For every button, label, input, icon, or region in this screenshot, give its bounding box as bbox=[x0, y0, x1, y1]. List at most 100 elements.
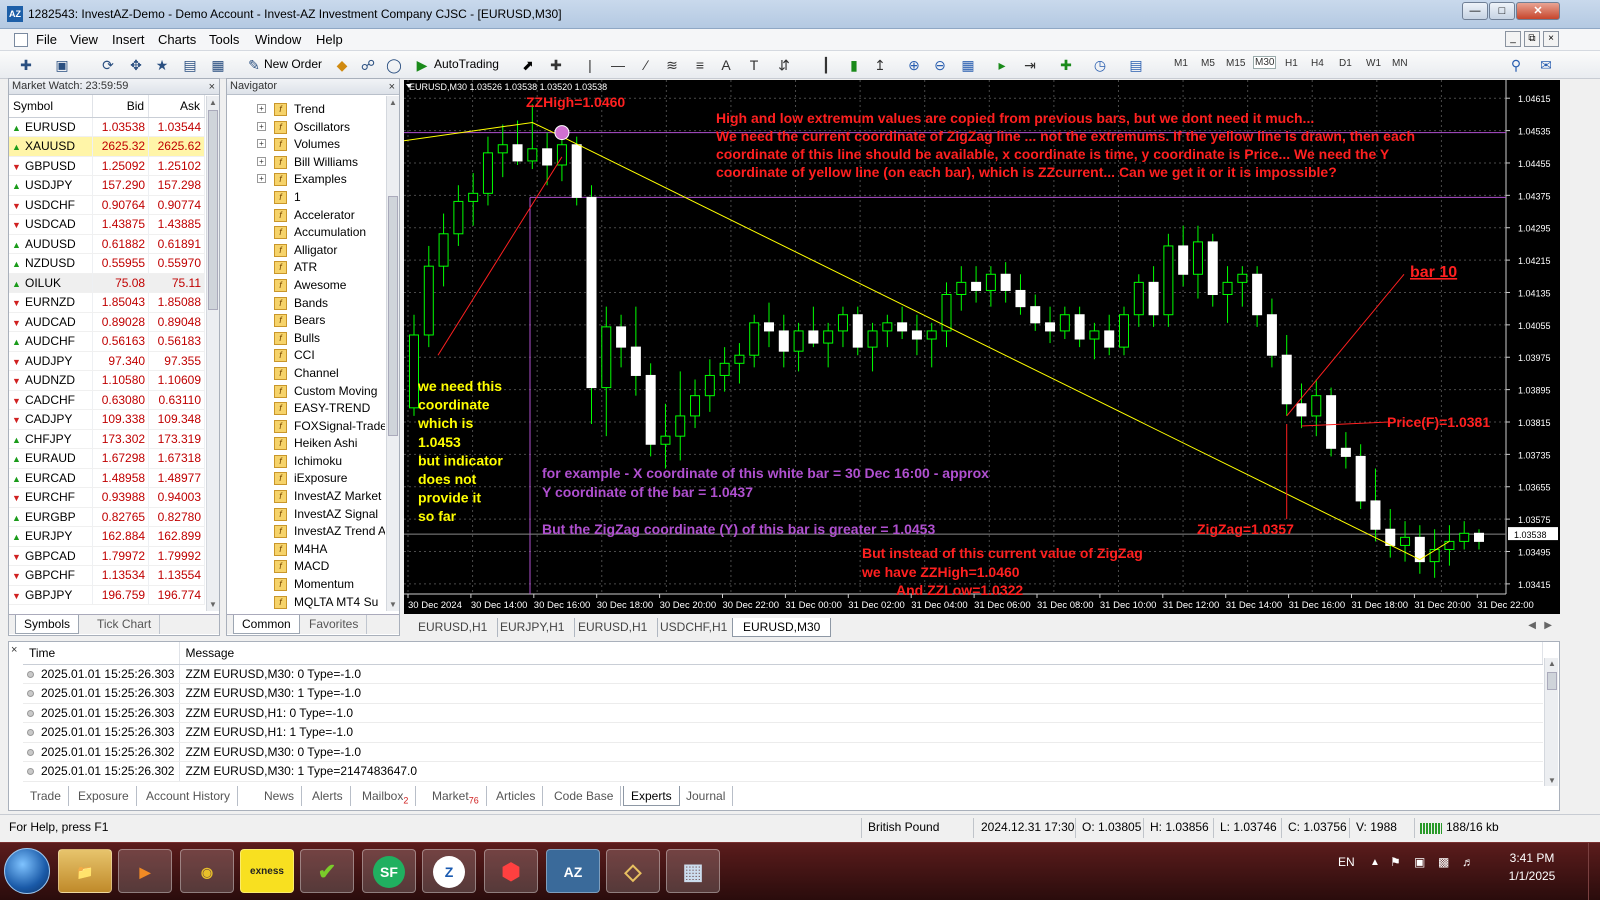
tf-m15[interactable]: M15 bbox=[1226, 58, 1245, 69]
tray-network-icon[interactable]: ▩ bbox=[1438, 855, 1449, 869]
navigator-icon[interactable]: ★ bbox=[152, 55, 172, 75]
taskbar-calculator-icon[interactable]: ▦ bbox=[666, 849, 720, 893]
terminal-tab[interactable]: News bbox=[257, 786, 303, 806]
maximize-button[interactable]: □ bbox=[1489, 2, 1515, 20]
indicators-icon[interactable]: ✚ bbox=[1056, 55, 1076, 75]
navigator-item[interactable]: f Momentum bbox=[227, 576, 385, 594]
tab-tick-chart[interactable]: Tick Chart bbox=[89, 615, 161, 634]
tab-favorites[interactable]: Favorites bbox=[301, 615, 368, 634]
market-watch-row[interactable]: ▲ EURGBP 0.82765 0.82780 bbox=[9, 507, 205, 527]
taskbar-app-green-icon[interactable]: ✔ bbox=[300, 849, 354, 893]
chart-tab-eurjpy-h1[interactable]: EURJPY,H1 bbox=[490, 618, 576, 637]
search-icon[interactable]: ⚲ bbox=[1506, 55, 1526, 75]
chat-icon[interactable]: ✉ bbox=[1536, 55, 1556, 75]
close-button[interactable]: ✕ bbox=[1516, 2, 1560, 20]
chart-tab-usdchf-h1[interactable]: USDCHF,H1 bbox=[650, 618, 739, 637]
market-watch-icon[interactable]: ⟳ bbox=[98, 55, 118, 75]
navigator-close-icon[interactable]: × bbox=[389, 80, 395, 95]
market-watch-row[interactable]: ▲ OILUK 75.08 75.11 bbox=[9, 273, 205, 293]
tf-mn[interactable]: MN bbox=[1392, 58, 1408, 69]
tile-windows-icon[interactable]: ▦ bbox=[958, 55, 978, 75]
market-watch-row[interactable]: ▲ NZDUSD 0.55955 0.55970 bbox=[9, 253, 205, 274]
terminal-close-icon[interactable]: × bbox=[11, 644, 17, 656]
expand-icon[interactable]: + bbox=[257, 139, 266, 149]
taskbar-z-icon[interactable]: Z bbox=[422, 849, 476, 893]
tray-device-icon[interactable]: ▣ bbox=[1414, 855, 1425, 869]
tab-common[interactable]: Common bbox=[233, 615, 300, 634]
market-watch-row[interactable]: ▼ GBPCHF 1.13534 1.13554 bbox=[9, 565, 205, 586]
navigator-item[interactable]: f Bears bbox=[227, 312, 385, 330]
taskbar-explorer-icon[interactable]: 📁 bbox=[58, 849, 112, 893]
col-bid[interactable]: Bid bbox=[92, 95, 150, 118]
profiles-icon[interactable]: ▣ bbox=[52, 55, 72, 75]
col-ask[interactable]: Ask bbox=[148, 95, 205, 118]
navigator-item[interactable]: f Heiken Ashi bbox=[227, 435, 385, 453]
market-watch-scrollbar[interactable]: ▲ ▼ bbox=[206, 96, 219, 611]
navigator-item[interactable]: f Accelerator bbox=[227, 207, 385, 225]
col-symbol[interactable]: Symbol bbox=[9, 95, 94, 118]
journal-row[interactable]: 2025.01.01 15:25:26.303 ZZM EURUSD,H1: 1 … bbox=[23, 722, 1543, 743]
new-order-button[interactable]: New Order bbox=[264, 57, 322, 71]
navigator-item[interactable]: f MACD bbox=[227, 558, 385, 576]
tf-m1[interactable]: M1 bbox=[1174, 58, 1188, 69]
tray-date[interactable]: 1/1/2025 bbox=[1500, 869, 1564, 883]
document-icon[interactable] bbox=[14, 33, 28, 47]
navigator-item[interactable]: f Channel bbox=[227, 365, 385, 383]
tf-w1[interactable]: W1 bbox=[1366, 58, 1381, 69]
new-order-icon[interactable]: ✎ bbox=[244, 55, 264, 75]
market-watch-row[interactable]: ▲ CHFJPY 173.302 173.319 bbox=[9, 429, 205, 449]
market-icon[interactable]: ◯ bbox=[384, 55, 404, 75]
navigator-item[interactable]: f Alligator bbox=[227, 242, 385, 260]
taskbar-app-red-icon[interactable]: ⬢ bbox=[484, 849, 538, 893]
tf-m5[interactable]: M5 bbox=[1201, 58, 1215, 69]
expand-icon[interactable]: + bbox=[257, 104, 266, 113]
navigator-item[interactable]: f InvestAZ Market bbox=[227, 488, 385, 506]
strategy-tester-icon[interactable]: ▦ bbox=[208, 55, 228, 75]
menu-tools[interactable]: Tools bbox=[209, 32, 239, 47]
terminal-tab[interactable]: Journal bbox=[679, 786, 734, 806]
col-time[interactable]: Time bbox=[23, 642, 180, 665]
market-watch-row[interactable]: ▲ AUDUSD 0.61882 0.61891 bbox=[9, 234, 205, 254]
taskbar-az-icon[interactable]: AZ bbox=[546, 849, 600, 893]
terminal-tab[interactable]: Code Base bbox=[547, 786, 622, 806]
trendline-icon[interactable]: ∕ bbox=[636, 55, 656, 75]
minimize-button[interactable]: — bbox=[1462, 2, 1488, 20]
navigator-item[interactable]: f InvestAZ Signal bbox=[227, 506, 385, 524]
menu-charts[interactable]: Charts bbox=[158, 32, 196, 47]
tf-m30[interactable]: M30 bbox=[1253, 56, 1277, 69]
navigator-item[interactable]: f1 bbox=[227, 189, 385, 207]
mdi-close-button[interactable]: × bbox=[1543, 31, 1559, 47]
candlestick-icon[interactable]: ▮ bbox=[844, 55, 864, 75]
vertical-line-icon[interactable]: | bbox=[580, 55, 600, 75]
terminal-tab[interactable]: Mailbox2 bbox=[355, 786, 417, 806]
taskbar-sf-icon[interactable]: SF bbox=[362, 849, 416, 893]
line-chart-icon[interactable]: ↥ bbox=[870, 55, 890, 75]
market-watch-row[interactable]: ▼ EURCHF 0.93988 0.94003 bbox=[9, 487, 205, 508]
market-watch-row[interactable]: ▼ GBPCAD 1.79972 1.79992 bbox=[9, 546, 205, 566]
arrows-icon[interactable]: ⇵ bbox=[774, 55, 794, 75]
market-watch-row[interactable]: ▼ USDCHF 0.90764 0.90774 bbox=[9, 195, 205, 215]
chart-tab-eurusd-m30[interactable]: EURUSD,M30 bbox=[732, 618, 832, 637]
market-watch-row[interactable]: ▼ AUDJPY 97.340 97.355 bbox=[9, 351, 205, 371]
market-watch-row[interactable]: ▼ AUDCAD 0.89028 0.89048 bbox=[9, 312, 205, 332]
terminal-tab[interactable]: Exposure bbox=[71, 786, 137, 806]
channel-icon[interactable]: ≋ bbox=[662, 55, 682, 75]
tf-d1[interactable]: D1 bbox=[1339, 58, 1352, 69]
autoscroll-icon[interactable]: ▸ bbox=[992, 55, 1012, 75]
market-watch-row[interactable]: ▲ AUDCHF 0.56163 0.56183 bbox=[9, 331, 205, 352]
navigator-group[interactable]: + f Oscillators bbox=[227, 119, 385, 137]
market-watch-close-icon[interactable]: × bbox=[209, 80, 215, 95]
navigator-group[interactable]: + f Bill Williams bbox=[227, 154, 385, 172]
terminal-tab[interactable]: Market76 bbox=[425, 786, 487, 806]
journal-row[interactable]: 2025.01.01 15:25:26.302 ZZM EURUSD,M30: 1… bbox=[23, 761, 1543, 782]
taskbar-app-gold-icon[interactable]: ◇ bbox=[606, 849, 660, 893]
mdi-minimize-button[interactable]: _ bbox=[1505, 31, 1521, 47]
journal-row[interactable]: 2025.01.01 15:25:26.302 ZZM EURUSD,M30: 0… bbox=[23, 742, 1543, 762]
taskbar-chrome-icon[interactable]: ◉ bbox=[180, 849, 234, 893]
expand-icon[interactable]: + bbox=[257, 156, 266, 166]
market-watch-row[interactable]: ▼ CADJPY 109.338 109.348 bbox=[9, 409, 205, 430]
tf-h1[interactable]: H1 bbox=[1285, 58, 1298, 69]
text-icon[interactable]: A bbox=[716, 55, 736, 75]
autotrading-button[interactable]: AutoTrading bbox=[434, 57, 499, 71]
tray-expand-icon[interactable]: ▲ bbox=[1370, 857, 1380, 868]
